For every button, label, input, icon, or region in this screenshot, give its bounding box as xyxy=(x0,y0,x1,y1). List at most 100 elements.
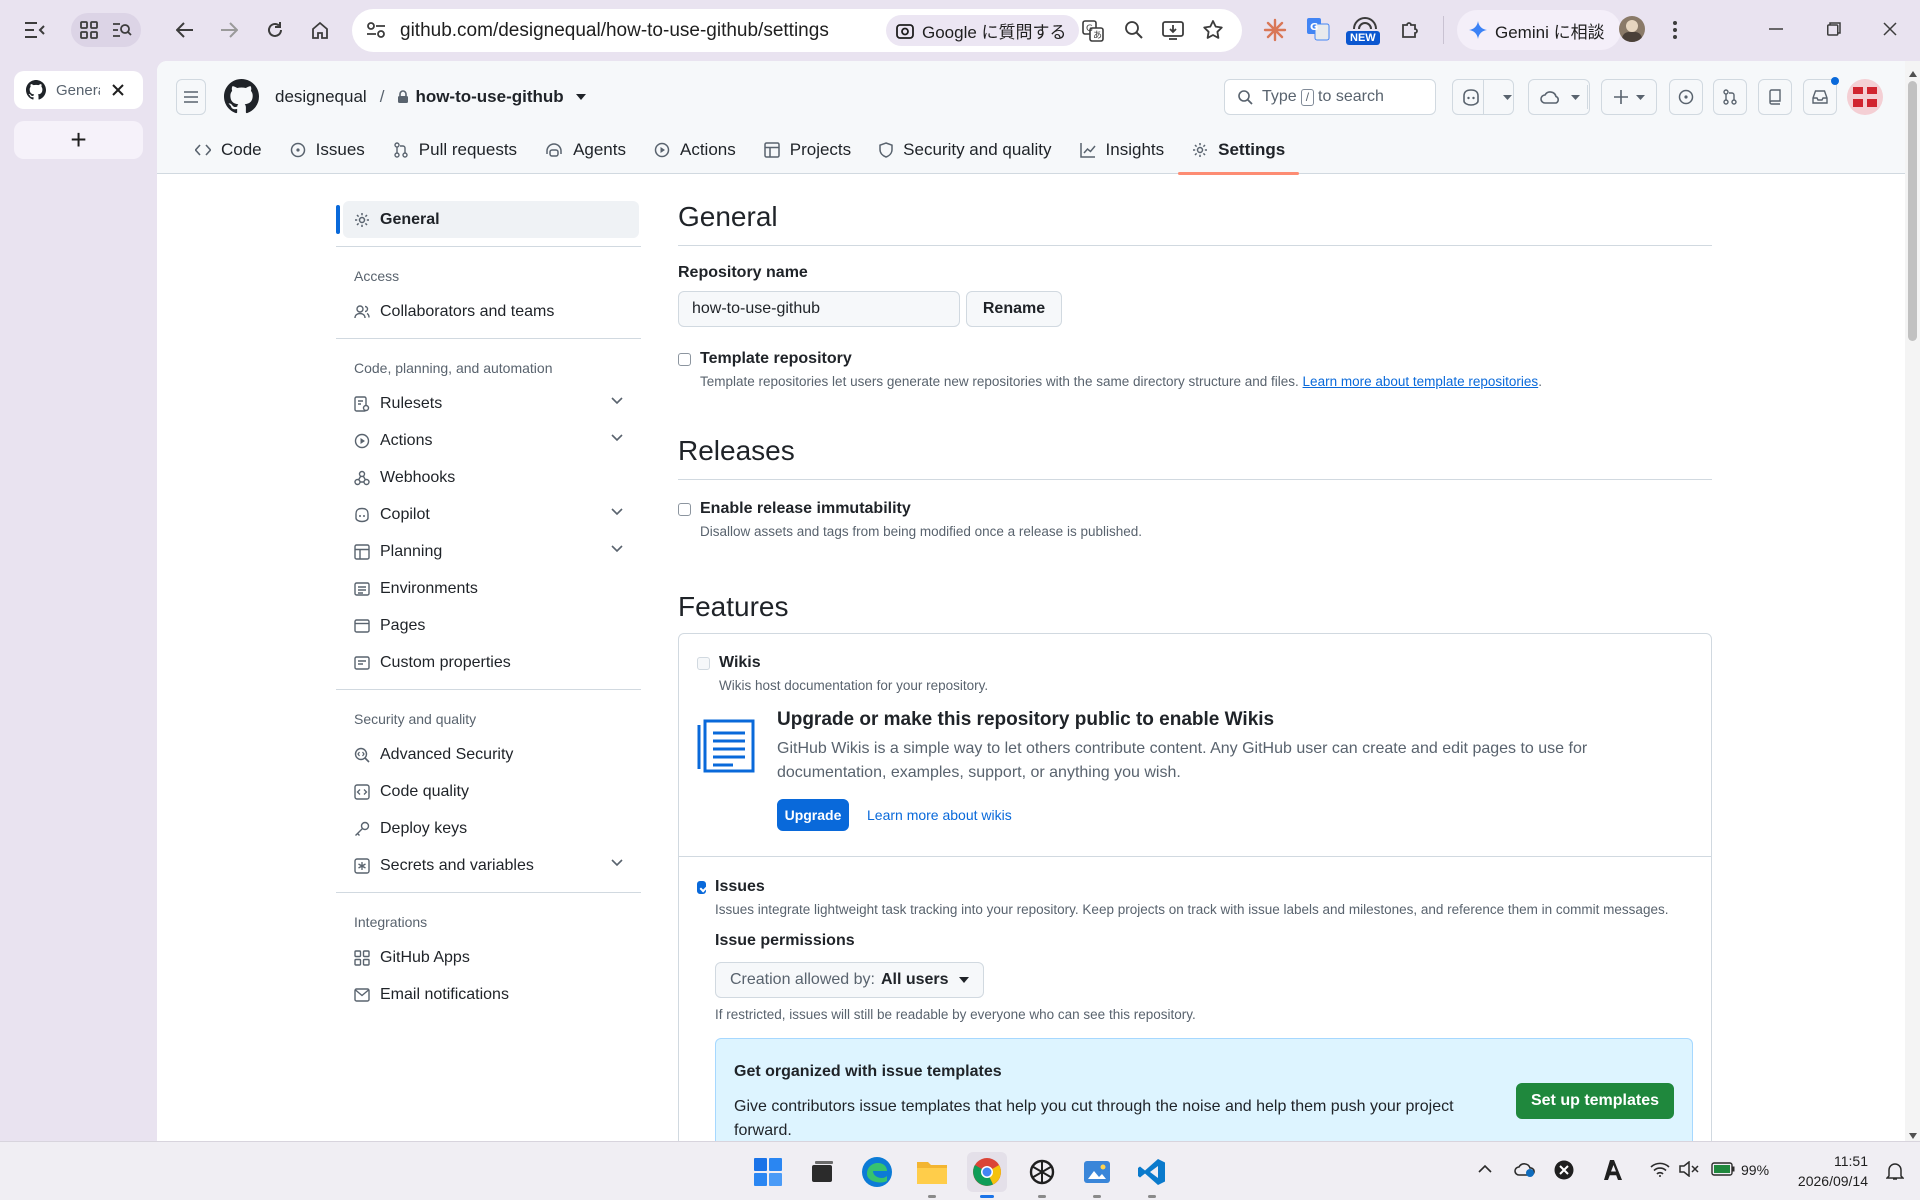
sidebar-item-actions[interactable]: Actions xyxy=(336,422,641,459)
url-text[interactable]: github.com/designequal/how-to-use-github… xyxy=(400,20,829,42)
notification-center-icon[interactable] xyxy=(1886,1161,1904,1181)
claude-extension-icon[interactable] xyxy=(1263,18,1287,42)
bookmark-star-icon[interactable] xyxy=(1202,19,1224,41)
chevron-down-icon[interactable] xyxy=(611,434,623,442)
upgrade-button[interactable]: Upgrade xyxy=(777,799,849,831)
task-view-icon[interactable] xyxy=(802,1152,842,1192)
ask-google-button[interactable]: Google に質問する xyxy=(886,15,1079,46)
sidebar-item-custom-properties[interactable]: Custom properties xyxy=(336,644,641,681)
scrollbar-thumb[interactable] xyxy=(1908,81,1917,341)
creation-allowed-dropdown[interactable]: Creation allowed by: All users xyxy=(715,962,984,998)
tab-projects[interactable]: Projects xyxy=(750,125,865,174)
minimize-icon[interactable] xyxy=(1769,28,1783,30)
release-immutability-checkbox[interactable] xyxy=(678,503,691,516)
chrome-icon[interactable] xyxy=(967,1152,1007,1198)
repositories-shortcut-icon[interactable] xyxy=(1758,79,1792,115)
paint-icon[interactable] xyxy=(1077,1152,1117,1198)
sidebar-item-collaborators[interactable]: Collaborators and teams xyxy=(336,293,641,330)
set-up-templates-button[interactable]: Set up templates xyxy=(1516,1083,1674,1119)
sidebar-item-deploy-keys[interactable]: Deploy keys xyxy=(336,810,641,847)
wifi-icon[interactable] xyxy=(1650,1161,1670,1177)
tab-groups-control[interactable] xyxy=(71,13,141,47)
create-new-button[interactable] xyxy=(1601,79,1657,115)
extensions-puzzle-icon[interactable] xyxy=(1400,18,1422,40)
sidebar-item-advanced-security[interactable]: Advanced Security xyxy=(336,736,641,773)
tab-code[interactable]: Code xyxy=(181,125,276,174)
repo-name-input[interactable] xyxy=(678,291,960,327)
restore-icon[interactable] xyxy=(1827,22,1841,36)
scroll-down-icon[interactable] xyxy=(1909,1133,1917,1139)
pull-requests-shortcut-icon[interactable] xyxy=(1713,79,1747,115)
sidebar-item-environments[interactable]: Environments xyxy=(336,570,641,607)
tab-general[interactable]: Genera xyxy=(14,71,143,109)
template-repository-checkbox[interactable] xyxy=(678,353,691,366)
tab-actions[interactable]: Actions xyxy=(640,125,750,174)
anthropic-tray-icon[interactable] xyxy=(1603,1159,1623,1181)
sidebar-collapse-icon[interactable] xyxy=(18,13,52,47)
issues-shortcut-icon[interactable] xyxy=(1669,79,1703,115)
zoom-icon[interactable] xyxy=(1124,20,1144,40)
address-bar[interactable]: github.com/designequal/how-to-use-github… xyxy=(352,9,1242,52)
sidebar-item-pages[interactable]: Pages xyxy=(336,607,641,644)
template-learn-more-link[interactable]: Learn more about template repositories xyxy=(1303,374,1539,389)
file-explorer-icon[interactable] xyxy=(912,1152,952,1198)
start-icon[interactable] xyxy=(748,1152,788,1192)
tab-security-and-quality[interactable]: Security and quality xyxy=(865,125,1065,174)
onedrive-icon[interactable] xyxy=(1514,1160,1536,1178)
new-extension-icon[interactable]: NEW xyxy=(1346,13,1384,49)
close-window-icon[interactable] xyxy=(1883,22,1897,36)
tab-insights[interactable]: Insights xyxy=(1066,125,1179,174)
install-app-icon[interactable] xyxy=(1162,20,1184,40)
show-hidden-icons-icon[interactable] xyxy=(1478,1164,1492,1173)
learn-more-wikis-link[interactable]: Learn more about wikis xyxy=(867,807,1012,823)
sidebar-item-code-quality[interactable]: Code quality xyxy=(336,773,641,810)
copilot-button[interactable] xyxy=(1452,79,1514,115)
home-icon[interactable] xyxy=(303,13,337,47)
google-translate-extension-icon[interactable]: G xyxy=(1306,17,1330,41)
sidebar-item-copilot[interactable]: Copilot xyxy=(336,496,641,533)
github-logo-icon[interactable] xyxy=(224,79,259,114)
issues-checkbox[interactable] xyxy=(697,881,706,894)
chevron-down-icon[interactable] xyxy=(611,859,623,867)
site-settings-icon[interactable] xyxy=(366,21,386,39)
tray-app-icon[interactable] xyxy=(1554,1160,1574,1180)
chrome-menu-icon[interactable] xyxy=(1672,20,1678,40)
user-avatar[interactable] xyxy=(1847,79,1883,115)
forward-icon[interactable] xyxy=(212,13,246,47)
chevron-down-icon[interactable] xyxy=(611,508,623,516)
back-icon[interactable] xyxy=(168,13,202,47)
tab-settings[interactable]: Settings xyxy=(1178,125,1300,175)
repo-link[interactable]: how-to-use-github xyxy=(415,87,563,107)
codespaces-button[interactable] xyxy=(1528,79,1590,115)
sidebar-item-rulesets[interactable]: Rulesets xyxy=(336,385,641,422)
tab-agents[interactable]: Agents xyxy=(531,125,640,174)
profile-avatar[interactable] xyxy=(1619,16,1645,42)
edge-icon[interactable] xyxy=(857,1152,897,1192)
chatgpt-icon[interactable] xyxy=(1022,1152,1062,1198)
search-input[interactable]: Type / to search xyxy=(1224,79,1436,115)
new-tab-button[interactable]: + xyxy=(14,121,143,159)
close-tab-icon[interactable] xyxy=(112,84,124,96)
scroll-up-icon[interactable] xyxy=(1909,71,1917,77)
sidebar-item-general[interactable]: General xyxy=(336,201,639,238)
speaker-muted-icon[interactable] xyxy=(1679,1161,1699,1177)
gemini-button[interactable]: Gemini に相談 xyxy=(1457,10,1621,50)
page-scrollbar[interactable] xyxy=(1905,61,1920,1141)
sidebar-item-secrets[interactable]: Secrets and variables xyxy=(336,847,641,884)
sidebar-item-email-notifications[interactable]: Email notifications xyxy=(336,976,641,1013)
chevron-down-icon[interactable] xyxy=(611,397,623,405)
chevron-down-icon[interactable] xyxy=(611,545,623,553)
tab-issues[interactable]: Issues xyxy=(276,125,379,174)
repo-dropdown-icon[interactable] xyxy=(575,94,586,100)
sidebar-item-planning[interactable]: Planning xyxy=(336,533,641,570)
sidebar-item-github-apps[interactable]: GitHub Apps xyxy=(336,939,641,976)
owner-link[interactable]: designequal xyxy=(275,87,367,107)
clock[interactable]: 11:51 2026/09/14 xyxy=(1788,1151,1868,1191)
sidebar-item-webhooks[interactable]: Webhooks xyxy=(336,459,641,496)
tab-pull-requests[interactable]: Pull requests xyxy=(379,125,531,174)
rename-button[interactable]: Rename xyxy=(966,291,1062,327)
reload-icon[interactable] xyxy=(258,13,292,47)
hamburger-menu-icon[interactable] xyxy=(176,79,206,115)
inbox-icon[interactable] xyxy=(1803,77,1839,115)
translate-icon[interactable]: Gあ xyxy=(1082,20,1104,42)
